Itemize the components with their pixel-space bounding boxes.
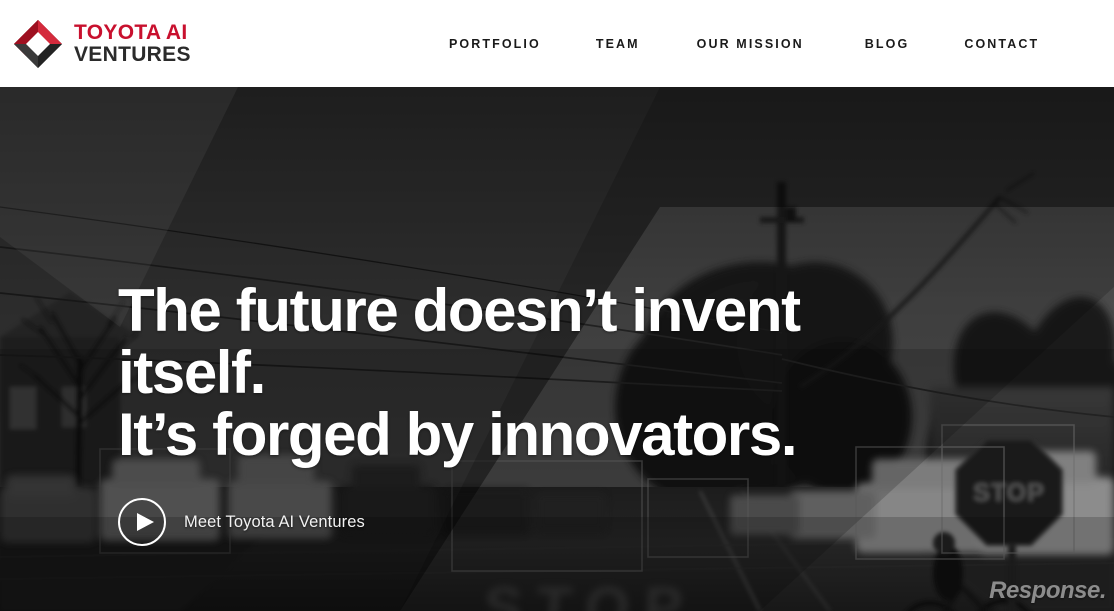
main-navigation: PORTFOLIO TEAM OUR MISSION BLOG CONTACT <box>449 0 1039 87</box>
hero-headline: The future doesn’t invent itself. It’s f… <box>118 277 801 468</box>
toyota-ai-ventures-diamond-logo <box>10 16 66 72</box>
play-icon[interactable] <box>118 498 166 546</box>
nav-item-our-mission[interactable]: OUR MISSION <box>697 37 804 51</box>
page-root: TOYOTA AI VENTURES PORTFOLIO TEAM OUR MI… <box>0 0 1114 611</box>
brand-line-toyota-ai: TOYOTA AI <box>74 21 188 44</box>
hero-copy-block: The future doesn’t invent itself. It’s f… <box>118 277 801 546</box>
meet-toyota-ai-ventures-cta[interactable]: Meet Toyota AI Ventures <box>118 498 800 546</box>
brand-line-ventures: VENTURES <box>74 43 191 66</box>
nav-item-team[interactable]: TEAM <box>596 37 640 51</box>
site-header: TOYOTA AI VENTURES PORTFOLIO TEAM OUR MI… <box>0 0 1114 87</box>
hero-section: STOP STOP The future doesn’t invent itse… <box>0 87 1114 611</box>
hero-cta-label: Meet Toyota AI Ventures <box>184 512 365 531</box>
brand-wordmark: TOYOTA AI VENTURES <box>74 22 191 65</box>
nav-item-contact[interactable]: CONTACT <box>964 37 1039 51</box>
brand-logo-link[interactable]: TOYOTA AI VENTURES <box>10 16 191 72</box>
nav-item-blog[interactable]: BLOG <box>865 37 910 51</box>
nav-item-portfolio[interactable]: PORTFOLIO <box>449 37 541 51</box>
